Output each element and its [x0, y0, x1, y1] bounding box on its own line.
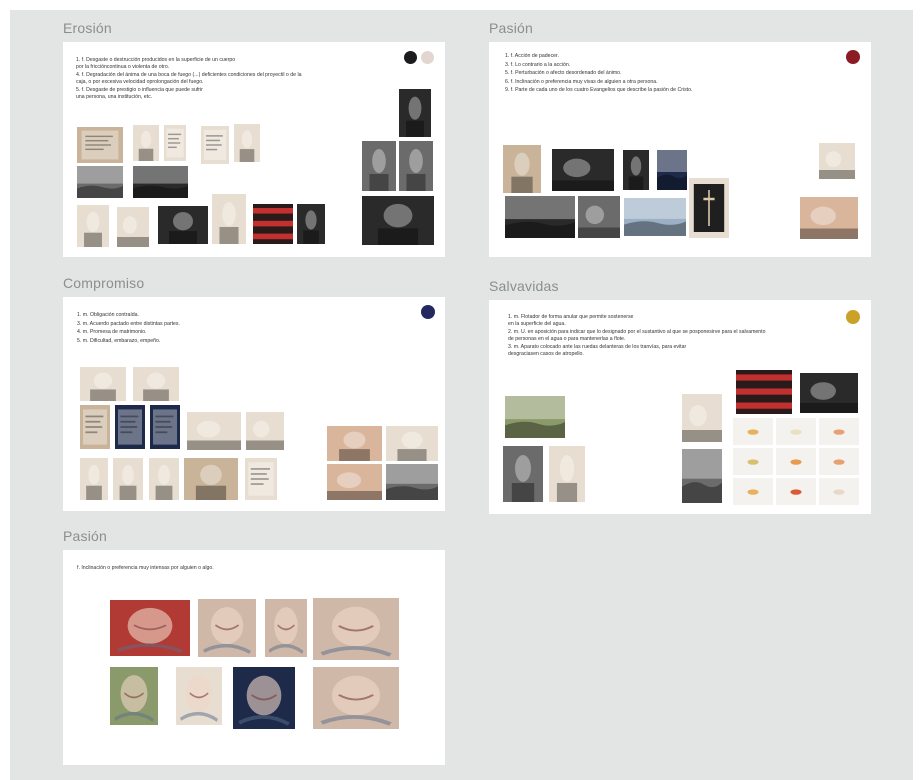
photo-hands-sign[interactable] — [187, 412, 241, 450]
color-swatch — [846, 310, 860, 324]
photo-woman[interactable] — [549, 446, 585, 502]
definition: 3. f. Lo contrario a la acción. — [505, 61, 571, 68]
photo-game[interactable] — [800, 197, 858, 239]
photo-field[interactable] — [505, 396, 565, 438]
photo-girl[interactable] — [234, 124, 260, 162]
painting-embrace[interactable] — [110, 600, 190, 656]
frame-title-compromiso[interactable]: Compromiso — [63, 275, 144, 291]
photo-pill[interactable] — [819, 418, 859, 445]
photo-hands-elder[interactable] — [682, 394, 722, 442]
photo-glasses[interactable] — [362, 196, 434, 245]
photo-hands-food[interactable] — [327, 464, 382, 500]
photo-window[interactable] — [505, 196, 575, 238]
frame-title-salvavidas[interactable]: Salvavidas — [489, 278, 559, 294]
color-swatch — [404, 51, 417, 64]
photo-old-man-2[interactable] — [399, 141, 433, 191]
painting-sketch[interactable] — [176, 667, 222, 725]
photo-pill[interactable] — [776, 478, 816, 505]
painting-profile[interactable] — [233, 667, 295, 729]
photo-pill[interactable] — [819, 448, 859, 475]
photo-kid[interactable] — [77, 205, 109, 247]
photo-standing[interactable] — [212, 194, 246, 244]
definitions-pasion: 1. f. Acción de padecer. 3. f. Lo contra… — [505, 53, 805, 96]
photo-shadow[interactable] — [158, 206, 208, 244]
definition: 1. m. Obligación contraída. — [77, 312, 139, 318]
photo-street[interactable] — [297, 204, 325, 244]
photo-elder-man[interactable] — [386, 426, 438, 461]
photo-drawer[interactable] — [736, 370, 792, 414]
definition: 6. f. Inclinación o preferencia muy viva… — [505, 78, 658, 85]
photo-lady[interactable] — [623, 150, 649, 190]
definition: 5. f. Desgaste de prestigio o influencia… — [76, 87, 203, 100]
photo-child-sepia[interactable] — [80, 458, 108, 500]
definition: 4. f. Degradación del ánima de una boca … — [76, 72, 302, 85]
photo-veil[interactable] — [149, 458, 179, 500]
photo-crucifix[interactable] — [689, 178, 729, 238]
photo-old-man[interactable] — [362, 141, 396, 191]
photo-text[interactable] — [245, 458, 277, 500]
painting-face[interactable] — [265, 599, 307, 657]
photo-group[interactable] — [133, 166, 188, 198]
painting-rest[interactable] — [313, 667, 399, 729]
definition: 2. m. U. en aposición para indicar que l… — [508, 329, 766, 342]
definition: 4. m. Promesa de matrimonio. — [77, 329, 147, 336]
photo-family[interactable] — [80, 367, 126, 401]
definition: 5. m. Dificultad, embarazo, empeño. — [77, 337, 161, 344]
photo-tree[interactable] — [77, 166, 123, 198]
photo-pill[interactable] — [733, 448, 773, 475]
frame-title-pasion-paintings[interactable]: Pasión — [63, 528, 107, 544]
definition: 5. f. Perturbación o afecto desordenado … — [505, 70, 622, 77]
photo-hand-pill[interactable] — [800, 373, 858, 413]
definition: 9. f. Parte de cada uno de los cuatro Ev… — [505, 87, 693, 94]
photo-child[interactable] — [133, 125, 159, 161]
photo-hand[interactable] — [552, 149, 614, 191]
photo-room[interactable] — [682, 449, 722, 503]
frame-title-erosion[interactable]: Erosión — [63, 20, 112, 36]
photo-bw[interactable] — [578, 196, 620, 238]
photo-letter[interactable] — [164, 125, 186, 161]
photo-people[interactable] — [184, 458, 238, 500]
photo-man[interactable] — [503, 446, 543, 502]
definition: f. Inclinación o preferencia muy intensa… — [77, 565, 214, 571]
photo-pill[interactable] — [776, 418, 816, 445]
definition: 1. f. Acción de padecer. — [505, 53, 559, 59]
color-swatch — [846, 50, 860, 64]
photo-fountain[interactable] — [657, 150, 687, 190]
definition: 1. f. Desgaste o destrucción producidos … — [76, 57, 236, 70]
photo-book[interactable] — [80, 405, 110, 449]
photo-pill[interactable] — [733, 418, 773, 445]
photo-note[interactable] — [201, 126, 229, 164]
photo-document[interactable] — [77, 127, 123, 163]
definitions-compromiso: 1. m. Obligación contraída. 3. m. Acuerd… — [77, 312, 337, 346]
photo-book-blue-2[interactable] — [150, 405, 180, 449]
photo-baby[interactable] — [399, 89, 431, 137]
photo-boy[interactable] — [503, 145, 541, 193]
photo-wedding[interactable] — [133, 367, 179, 401]
photo-dancers[interactable] — [113, 458, 143, 500]
painting-elder[interactable] — [313, 598, 399, 660]
definitions-erosion: 1. f. Desgaste o destrucción producidos … — [76, 57, 376, 103]
painting-mouth[interactable] — [198, 599, 256, 657]
photo-elder-woman[interactable] — [327, 426, 382, 461]
photo-hands-table[interactable] — [819, 143, 855, 179]
photo-film[interactable] — [253, 204, 293, 244]
frame-title-pasion[interactable]: Pasión — [489, 20, 533, 36]
photo-hands[interactable] — [246, 412, 284, 450]
photo-pill[interactable] — [733, 478, 773, 505]
color-swatch — [421, 305, 435, 319]
definition: 3. m. Acuerdo pactado entre distintas pa… — [77, 320, 180, 327]
photo-fingerprint[interactable] — [117, 207, 149, 247]
photo-sea[interactable] — [624, 198, 686, 236]
photo-pill[interactable] — [776, 448, 816, 475]
definitions-pasion-paintings: f. Inclinación o preferencia muy intensa… — [77, 565, 377, 574]
color-swatch — [421, 51, 434, 64]
photo-pill[interactable] — [819, 478, 859, 505]
definition: 1. m. Flotador de forma anular que permi… — [508, 314, 634, 327]
definition: 3. m. Aparato colocado ante las ruedas d… — [508, 344, 687, 357]
photo-book-blue[interactable] — [115, 405, 145, 449]
definitions-salvavidas: 1. m. Flotador de forma anular que permi… — [508, 314, 838, 360]
painting-woman[interactable] — [110, 667, 158, 725]
photo-bedroom[interactable] — [386, 464, 438, 500]
